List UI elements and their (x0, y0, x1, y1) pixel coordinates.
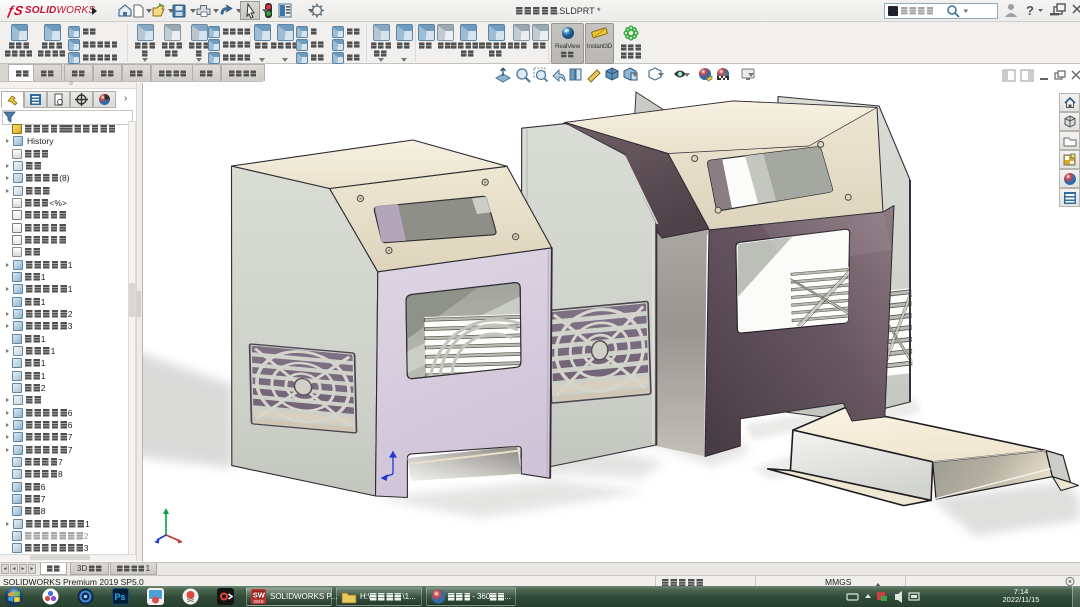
svg-text:2019: 2019 (254, 599, 265, 604)
svg-text:?: ? (1026, 3, 1034, 18)
